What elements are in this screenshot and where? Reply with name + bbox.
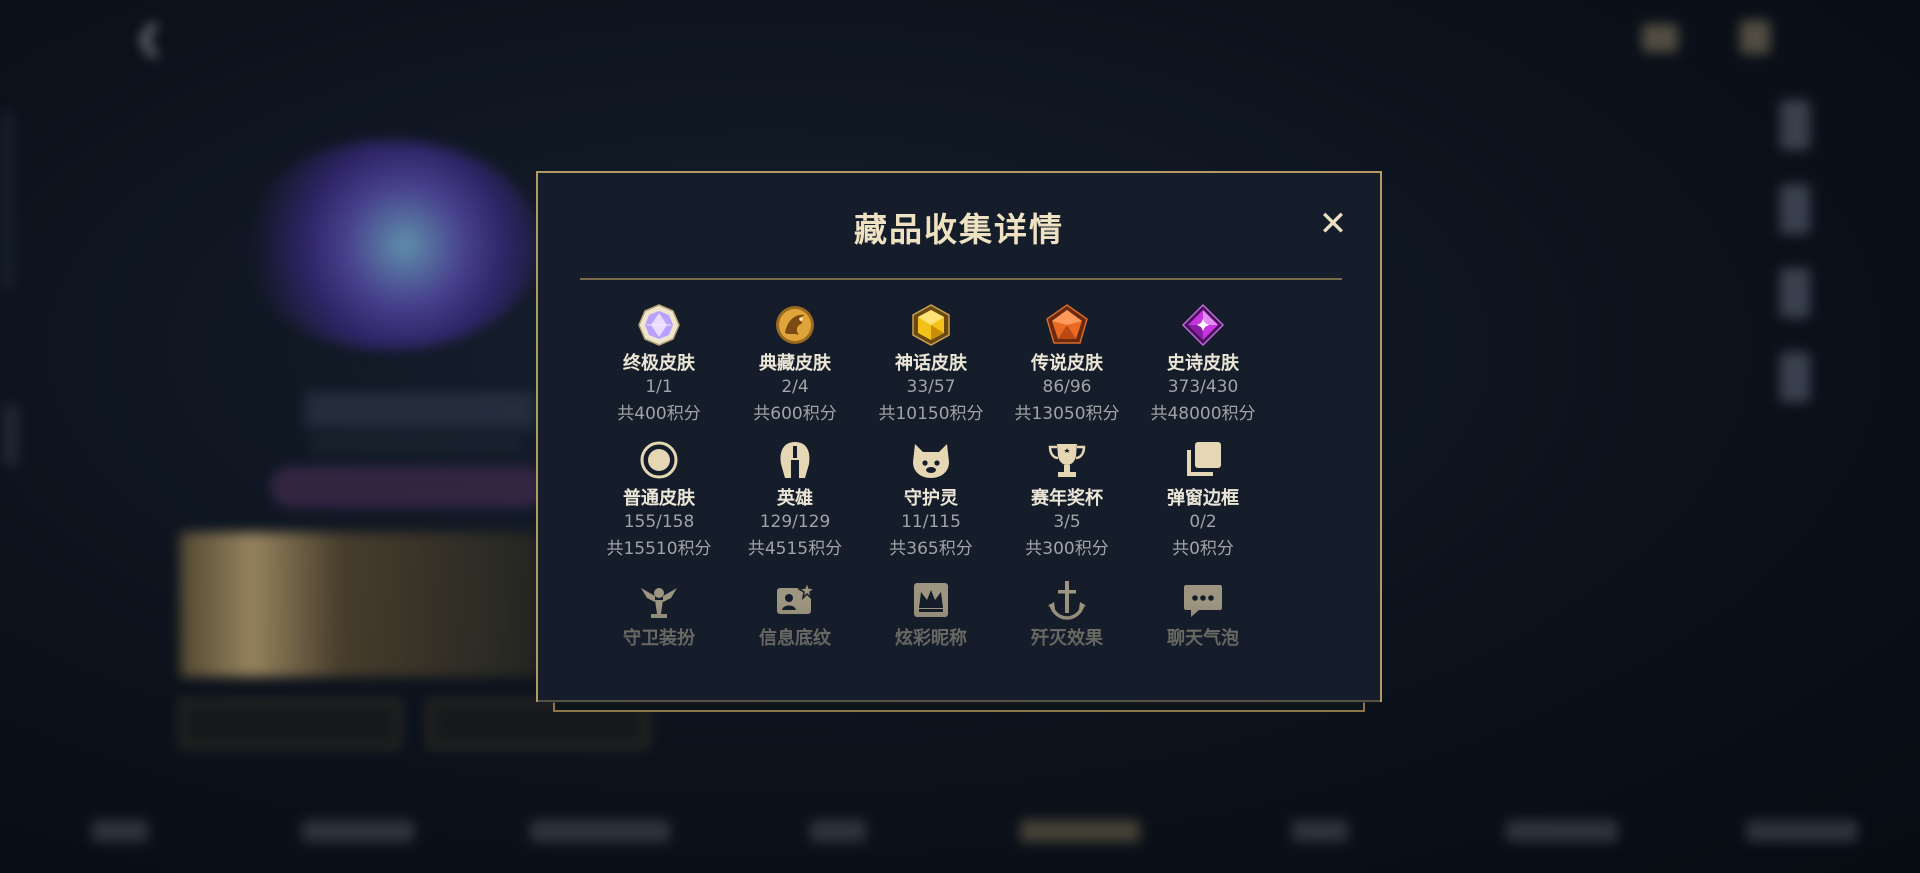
collection-item[interactable]: 弹窗边框 0/2 共0积分 [1135,438,1271,559]
helmet-icon [780,442,810,478]
background-top-icon-1 [1642,24,1678,52]
background-orb [240,140,540,350]
item-name: 聊天气泡 [1167,628,1239,649]
item-name: 传说皮肤 [1031,353,1103,374]
collection-item[interactable]: 守卫装扮 [591,578,727,650]
collection-item[interactable]: 英雄 129/129 共4515积分 [727,438,863,559]
item-name: 弹窗边框 [1167,488,1239,509]
guardian-spirit-icon [913,444,949,478]
item-points: 共300积分 [1025,539,1109,559]
collection-item[interactable]: 终极皮肤 1/1 共400积分 [591,303,727,424]
item-name: 英雄 [777,488,813,509]
background-button-left [180,700,400,748]
title-divider [580,278,1342,280]
item-name: 典藏皮肤 [759,353,831,374]
item-name: 普通皮肤 [623,488,695,509]
background-side-tab [0,110,14,290]
collection-item[interactable]: 神话皮肤 33/57 共10150积分 [863,303,999,424]
item-points: 共48000积分 [1150,404,1256,424]
item-points: 共400积分 [617,404,701,424]
item-count: 1/1 [645,377,673,397]
item-points: 共10150积分 [878,404,984,424]
item-points: 共13050积分 [1014,404,1120,424]
background-pill [272,468,542,506]
collection-item[interactable]: 史诗皮肤 373/430 共48000积分 [1135,303,1271,424]
background-vertical-text [4,405,18,465]
ultimate-gem-icon [638,304,680,346]
epic-gem-icon [1181,303,1225,347]
anchor-icon [1048,581,1086,620]
collection-item[interactable]: 守护灵 11/115 共365积分 [863,438,999,559]
item-name: 歼灭效果 [1031,628,1103,649]
trophy-icon [1048,444,1086,477]
item-count: 129/129 [759,512,831,532]
background-bottom-nav [0,808,1920,858]
collection-item[interactable]: 普通皮肤 155/158 共15510积分 [591,438,727,559]
item-name: 信息底纹 [759,628,831,649]
item-count: 0/2 [1189,512,1217,532]
item-name: 史诗皮肤 [1167,353,1239,374]
collection-item[interactable]: 传说皮肤 86/96 共13050积分 [999,303,1135,424]
item-points: 共4515积分 [747,539,843,559]
item-count: 3/5 [1053,512,1081,532]
collection-item[interactable]: 信息底纹 [727,578,863,650]
item-name: 终极皮肤 [623,353,695,374]
background-name-plate [305,392,535,428]
background-subtitle [310,436,520,452]
item-count: 155/158 [623,512,695,532]
frame-layers-icon [1187,442,1221,476]
item-count: 33/57 [906,377,956,397]
background-top-icon-2 [1740,20,1770,54]
item-name: 炫彩昵称 [895,628,967,649]
item-points: 共365积分 [889,539,973,559]
modal-title: 藏品收集详情 [854,210,1064,249]
mythic-gem-icon [912,304,950,346]
item-name: 神话皮肤 [895,353,967,374]
chat-bubble-icon [1184,585,1222,617]
profile-card-icon [777,579,817,614]
collection-item[interactable]: 歼灭效果 [999,578,1135,650]
item-count: 2/4 [781,377,809,397]
crown-nickname-icon [914,583,948,617]
background-right-icons [1780,100,1810,436]
item-count: 373/430 [1167,377,1239,397]
item-points: 共600积分 [753,404,837,424]
close-button[interactable]: ✕ [1316,207,1350,241]
legendary-dragon-icon [776,306,814,344]
back-icon: ❮ [135,18,164,58]
collection-item[interactable]: 赛年奖杯 3/5 共300积分 [999,438,1135,559]
ward-icon [641,588,677,618]
collection-details-modal: 藏品收集详情 ✕ 终极皮肤 1/1 共400积分 典藏皮肤 2/4 共600积分… [536,171,1382,703]
common-circle-icon [640,441,678,479]
item-name: 守护灵 [904,488,958,509]
item-count: 86/96 [1042,377,1092,397]
item-count: 11/115 [901,512,961,532]
collection-item[interactable]: 炫彩昵称 [863,578,999,650]
legend-gem-icon [1046,304,1088,344]
item-points: 共0积分 [1172,539,1234,559]
item-name: 守卫装扮 [623,628,695,649]
item-name: 赛年奖杯 [1031,488,1103,509]
collection-item[interactable]: 聊天气泡 [1135,578,1271,650]
background-card [180,532,540,677]
item-points: 共15510积分 [606,539,712,559]
collection-item[interactable]: 典藏皮肤 2/4 共600积分 [727,303,863,424]
